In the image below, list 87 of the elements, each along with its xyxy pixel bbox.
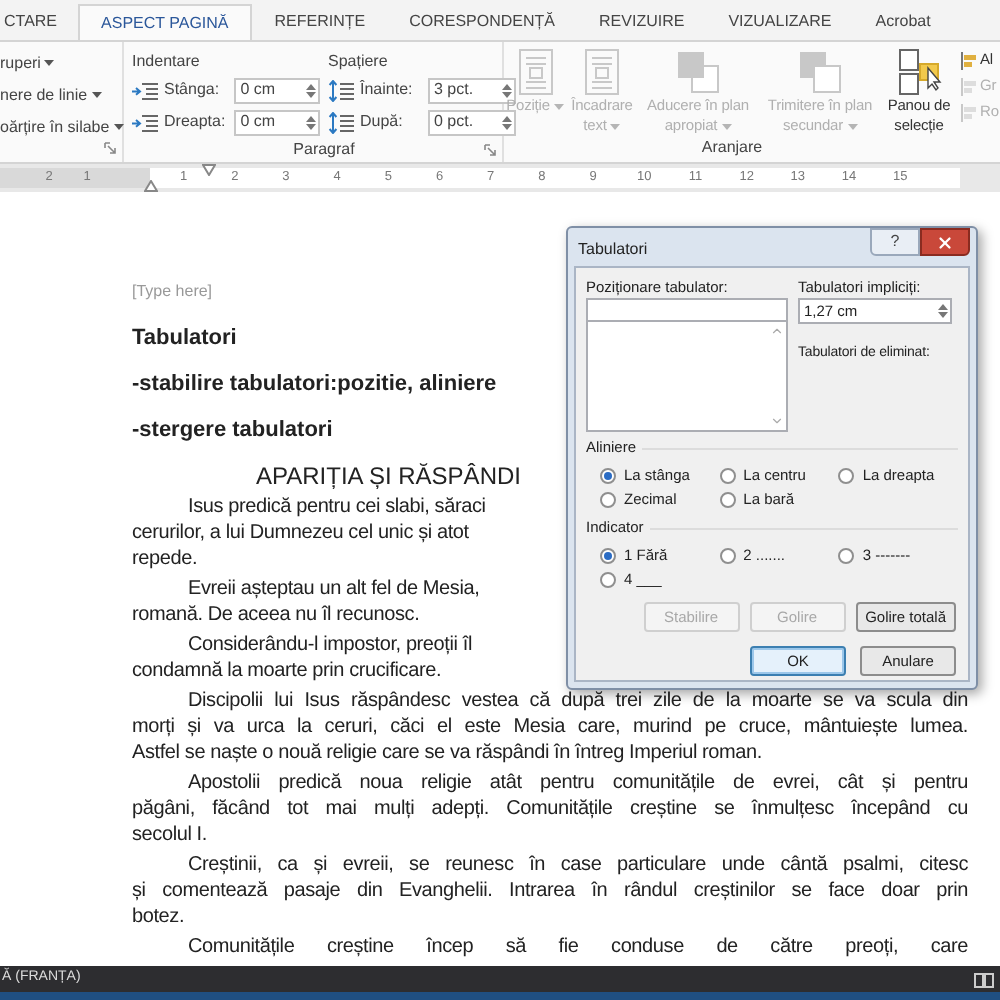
layered-shapes-icon bbox=[796, 48, 844, 96]
close-icon bbox=[936, 233, 954, 251]
spinner-arrows-icon[interactable] bbox=[304, 111, 318, 133]
group-label: Paragraf bbox=[291, 138, 355, 162]
dialog-launcher-icon[interactable] bbox=[104, 142, 116, 154]
scroll-up-icon[interactable] bbox=[770, 324, 784, 338]
page-layout-icon bbox=[584, 48, 620, 96]
ribbon-menu-button[interactable]: nere de linie bbox=[0, 82, 102, 108]
ribbon-tab[interactable]: REFERINȚE bbox=[252, 4, 388, 40]
caret-icon bbox=[721, 123, 732, 130]
scroll-down-icon[interactable] bbox=[770, 414, 784, 428]
paragraph-line: condamnă la moarte prin crucificare. bbox=[132, 658, 442, 684]
spin-field[interactable]: 0 cm bbox=[234, 109, 320, 135]
spinner-arrows-icon[interactable] bbox=[936, 300, 950, 322]
caret-icon bbox=[610, 123, 621, 130]
spinner-arrows-icon[interactable] bbox=[500, 111, 514, 133]
heading-text: -stabilire tabulatori:pozitie, aliniere bbox=[132, 372, 497, 396]
field-label: Dreapta: bbox=[164, 110, 228, 134]
caret-icon bbox=[847, 123, 858, 130]
paragraph-line: Considerându-l impostor, preoții îl bbox=[186, 632, 472, 658]
tab-stops-list[interactable] bbox=[586, 322, 788, 432]
paragraph-line: Apostolii predică noua religie atât pentru comunitățile de evrei, cât și pentru bbox=[186, 770, 968, 796]
group-subtitle: Spațiere bbox=[326, 50, 390, 74]
close-button[interactable] bbox=[920, 228, 970, 256]
field-label: După: bbox=[360, 110, 405, 134]
heading-text: Tabulatori bbox=[132, 326, 237, 350]
paragraph-line: secolul I. bbox=[132, 822, 207, 848]
dialog-title: Tabulatori bbox=[578, 238, 648, 262]
align-objects-icon bbox=[960, 51, 978, 69]
spin-field[interactable]: 3 pct. bbox=[428, 77, 516, 103]
ribbon-menu-button[interactable]: oărțire în silabe bbox=[0, 114, 124, 140]
caret-icon bbox=[113, 124, 124, 131]
radio-button[interactable] bbox=[838, 468, 855, 484]
document-title: APARIȚIA ȘI RĂSPÂNDI bbox=[256, 462, 521, 490]
radio-button[interactable] bbox=[600, 492, 616, 508]
group-label: Aranjare bbox=[701, 136, 765, 160]
paragraph-line: și comentează pasaje din Evanghelii. Intrarea în rândul creștinilor se face doar prin bbox=[132, 878, 968, 904]
radio-button[interactable] bbox=[600, 572, 616, 588]
heading-text: -stergere tabulatori bbox=[132, 418, 333, 442]
spinner-arrows-icon[interactable] bbox=[304, 79, 318, 101]
field-label: Înainte: bbox=[360, 78, 415, 102]
selection-pane-icon bbox=[897, 48, 941, 96]
radio-button[interactable] bbox=[838, 548, 855, 564]
line-spacing-icon bbox=[328, 79, 354, 101]
spin-field[interactable]: 0 pct. bbox=[428, 109, 516, 135]
paragraph-line: Isus predică pentru cei slabi, săraci bbox=[186, 494, 486, 520]
dialog-launcher-icon[interactable] bbox=[484, 144, 496, 156]
help-button[interactable]: ? bbox=[870, 228, 920, 256]
radio-button[interactable] bbox=[600, 548, 616, 564]
align-objects-icon bbox=[960, 103, 978, 121]
paragraph-line: repede. bbox=[132, 546, 198, 572]
ribbon-menu-button[interactable]: ruperi bbox=[0, 50, 55, 76]
layered-shapes-icon bbox=[674, 48, 722, 96]
paragraph-line: Creștinii, ca și evreii, se reunesc în case particulare unde cântă psalmi, citesc bbox=[186, 852, 968, 878]
paragraph-line: cerurilor, a lui Dumnezeu cel unic și atot bbox=[132, 520, 469, 546]
ribbon-tab[interactable]: CTARE bbox=[0, 4, 78, 40]
ribbon-tab[interactable]: VIZUALIZARE bbox=[706, 4, 854, 40]
paragraph-line: Astfel se naște o nouă religie care se va răspândi în întreg Imperiul roman. bbox=[132, 740, 762, 766]
read-mode-icon[interactable] bbox=[974, 971, 994, 987]
align-objects-icon bbox=[960, 77, 978, 95]
radio-button[interactable] bbox=[719, 492, 736, 508]
page-layout-icon bbox=[517, 48, 553, 96]
caret-icon bbox=[44, 60, 55, 67]
radio-button[interactable] bbox=[719, 468, 736, 484]
paragraph-line: Evreii așteptau un alt fel de Mesia, bbox=[186, 576, 480, 602]
line-spacing-icon bbox=[328, 111, 354, 133]
group-subtitle: Indentare bbox=[130, 50, 202, 74]
paragraph-line: păgâni, făcând tot mai mulți adepți. Comunitățile creștine se înmulțesc începând cu bbox=[132, 796, 968, 822]
spin-field[interactable]: 0 cm bbox=[234, 77, 320, 103]
caret-icon bbox=[553, 103, 564, 110]
paragraph-line: Comunitățile creștine încep să fie conduse de către preoți, care bbox=[186, 934, 968, 960]
indent-icon bbox=[132, 113, 158, 131]
indent-icon bbox=[132, 81, 158, 99]
paragraph-line: morți și va urca la ceruri, căci el este Mesia care, murind pe cruce, mântuiește lumea. bbox=[132, 714, 968, 740]
caret-icon bbox=[91, 92, 102, 99]
paragraph-line: Discipolii lui Isus răspândesc vestea că după trei zile de la moarte se va scula din bbox=[186, 688, 968, 714]
ribbon-tab[interactable]: ASPECT PAGINĂ bbox=[77, 4, 253, 40]
ribbon-tab[interactable]: CORESPONDENȚĂ bbox=[387, 4, 578, 40]
ribbon-tab[interactable]: REVIZUIRE bbox=[577, 4, 707, 40]
field-label: Stânga: bbox=[164, 78, 222, 102]
radio-button[interactable] bbox=[719, 548, 736, 564]
paragraph-line: romană. De aceea nu îl recunosc. bbox=[132, 602, 420, 628]
spinner-arrows-icon[interactable] bbox=[500, 79, 514, 101]
tab-position-field[interactable] bbox=[586, 298, 788, 322]
radio-button[interactable] bbox=[600, 468, 616, 484]
ribbon-tab[interactable]: Acrobat bbox=[853, 4, 953, 40]
paragraph-line: botez. bbox=[132, 904, 185, 930]
